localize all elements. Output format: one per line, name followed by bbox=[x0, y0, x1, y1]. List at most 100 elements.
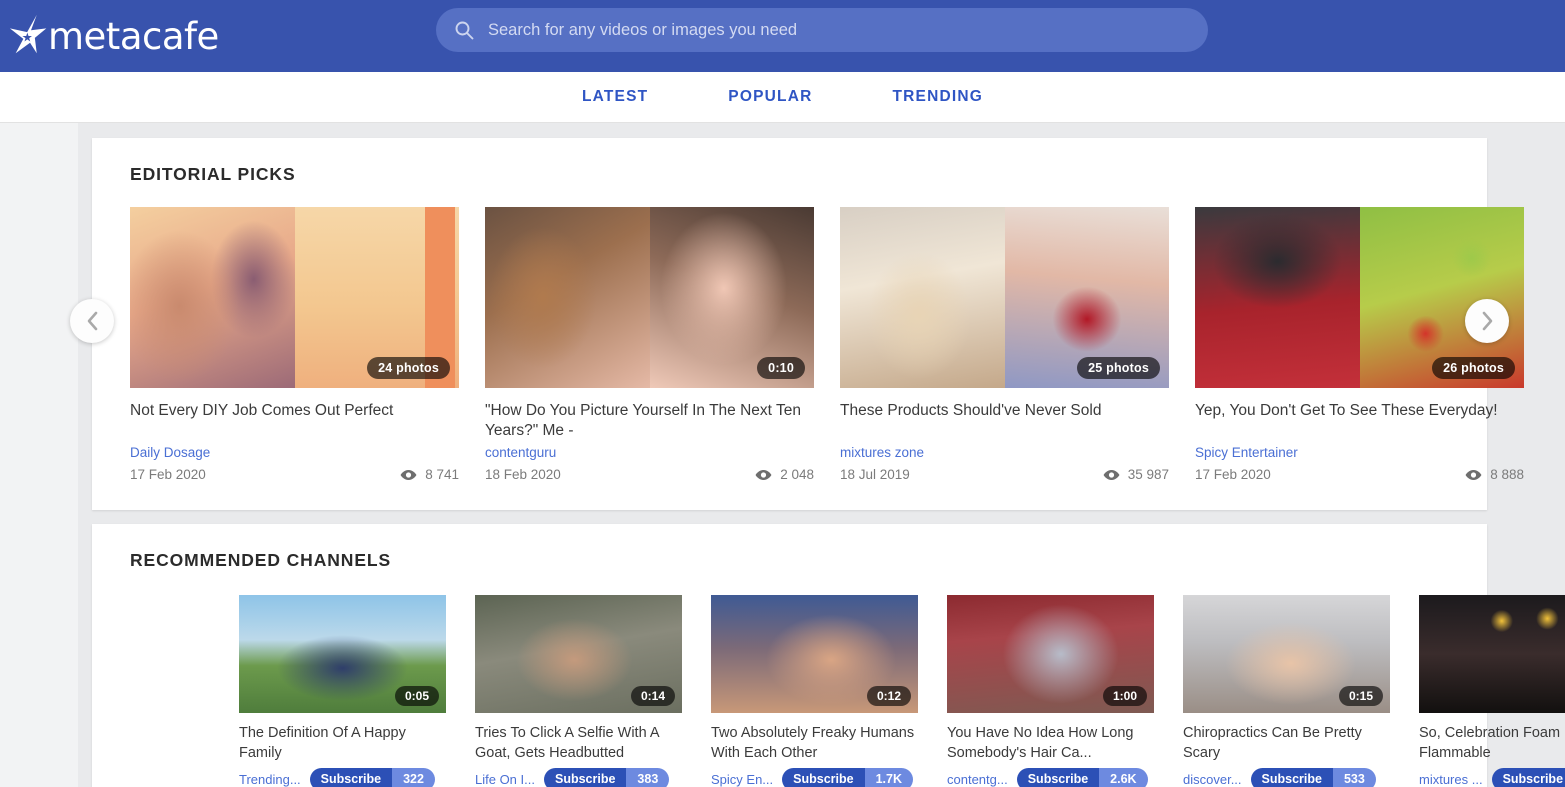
channel-card[interactable]: 0:29 So, Celebration Foam Is Flammable m… bbox=[1419, 595, 1565, 787]
channel-video-title[interactable]: Two Absolutely Freaky Humans With Each O… bbox=[711, 724, 918, 763]
editorial-view-count: 8 741 bbox=[425, 467, 459, 482]
search-bar[interactable] bbox=[436, 8, 1208, 52]
editorial-thumbnail[interactable]: 0:10 bbox=[485, 207, 814, 388]
search-input[interactable] bbox=[488, 20, 1190, 40]
duration-badge: 0:15 bbox=[1338, 686, 1383, 706]
editorial-view-count: 8 888 bbox=[1490, 467, 1524, 482]
channel-thumbnail[interactable]: 0:05 bbox=[239, 595, 446, 713]
site-header: metacafe bbox=[0, 0, 1565, 72]
channel-video-title[interactable]: Chiropractics Can Be Pretty Scary bbox=[1183, 724, 1390, 763]
site-logo[interactable]: metacafe bbox=[8, 12, 219, 60]
subscribe-button[interactable]: Subscribe 493 bbox=[1491, 768, 1565, 787]
subscriber-count: 2.6K bbox=[1099, 768, 1148, 787]
subscribe-label: Subscribe bbox=[1016, 768, 1100, 787]
subscribe-button[interactable]: Subscribe 2.6K bbox=[1016, 768, 1148, 787]
brand-name: metacafe bbox=[48, 14, 219, 58]
subscribe-label: Subscribe bbox=[543, 768, 627, 787]
editorial-date: 18 Jul 2019 bbox=[840, 467, 910, 482]
channel-row: Trending... Subscribe 322 bbox=[239, 768, 446, 787]
subscribe-label: Subscribe bbox=[1491, 768, 1565, 787]
editorial-view-count: 35 987 bbox=[1127, 467, 1169, 482]
duration-badge: 0:12 bbox=[866, 686, 911, 706]
channel-name-link[interactable]: Trending... bbox=[239, 772, 301, 787]
channel-row: discover... Subscribe 533 bbox=[1183, 768, 1390, 787]
tab-latest[interactable]: LATEST bbox=[564, 82, 666, 112]
channel-row: Spicy En... Subscribe 1.7K bbox=[711, 768, 918, 787]
carousel-prev-button[interactable] bbox=[70, 299, 114, 343]
editorial-card[interactable]: 25 photos These Products Should've Never… bbox=[840, 207, 1169, 482]
channel-name-link[interactable]: Spicy En... bbox=[711, 772, 773, 787]
channel-thumbnail[interactable]: 1:00 bbox=[947, 595, 1154, 713]
eye-icon bbox=[1465, 469, 1482, 480]
chevron-right-icon bbox=[1482, 311, 1492, 331]
editorial-views: 8 888 bbox=[1465, 467, 1524, 482]
search-icon bbox=[455, 21, 474, 40]
editorial-channel-link[interactable]: mixtures zone bbox=[840, 445, 1169, 460]
editorial-view-count: 2 048 bbox=[780, 467, 814, 482]
channel-card[interactable]: 0:05 The Definition Of A Happy Family Tr… bbox=[239, 595, 446, 787]
channel-video-title[interactable]: You Have No Idea How Long Somebody's Hai… bbox=[947, 724, 1154, 763]
editorial-card[interactable]: 0:10 "How Do You Picture Yourself In The… bbox=[485, 207, 814, 482]
editorial-picks-grid: 24 photos Not Every DIY Job Comes Out Pe… bbox=[130, 207, 1524, 482]
eye-icon bbox=[755, 469, 772, 480]
photo-count-badge: 24 photos bbox=[367, 357, 450, 379]
subscribe-button[interactable]: Subscribe 533 bbox=[1250, 768, 1376, 787]
subscribe-label: Subscribe bbox=[1250, 768, 1333, 787]
editorial-channel-link[interactable]: contentguru bbox=[485, 445, 814, 460]
channel-thumbnail[interactable]: 0:15 bbox=[1183, 595, 1390, 713]
editorial-views: 8 741 bbox=[400, 467, 459, 482]
editorial-channel-link[interactable]: Daily Dosage bbox=[130, 445, 459, 460]
channel-video-title[interactable]: Tries To Click A Selfie With A Goat, Get… bbox=[475, 724, 682, 763]
subscriber-count: 533 bbox=[1332, 768, 1376, 787]
channel-card[interactable]: 0:12 Two Absolutely Freaky Humans With E… bbox=[711, 595, 918, 787]
channel-card[interactable]: 1:00 You Have No Idea How Long Somebody'… bbox=[947, 595, 1154, 787]
channel-name-link[interactable]: Life On I... bbox=[475, 772, 535, 787]
thumbnail-image bbox=[130, 207, 295, 388]
editorial-date: 18 Feb 2020 bbox=[485, 467, 561, 482]
subscribe-button[interactable]: Subscribe 383 bbox=[543, 768, 670, 787]
editorial-thumbnail[interactable]: 24 photos bbox=[130, 207, 459, 388]
subscriber-count: 1.7K bbox=[864, 768, 913, 787]
editorial-meta: 17 Feb 2020 8 888 bbox=[1195, 467, 1524, 482]
channel-card[interactable]: 0:14 Tries To Click A Selfie With A Goat… bbox=[475, 595, 682, 787]
editorial-views: 35 987 bbox=[1103, 467, 1169, 482]
editorial-meta: 17 Feb 2020 8 741 bbox=[130, 467, 459, 482]
thumbnail-image bbox=[1195, 207, 1360, 388]
recommended-channels-title: RECOMMENDED CHANNELS bbox=[130, 550, 392, 570]
editorial-picks-section: EDITORIAL PICKS 24 photos Not Every DIY … bbox=[70, 138, 1524, 510]
editorial-thumbnail[interactable]: 25 photos bbox=[840, 207, 1169, 388]
editorial-meta: 18 Jul 2019 35 987 bbox=[840, 467, 1169, 482]
subscribe-button[interactable]: Subscribe 1.7K bbox=[782, 768, 913, 787]
subscribe-label: Subscribe bbox=[782, 768, 865, 787]
editorial-title[interactable]: "How Do You Picture Yourself In The Next… bbox=[485, 401, 814, 441]
carousel-next-button[interactable] bbox=[1465, 299, 1509, 343]
tab-popular[interactable]: POPULAR bbox=[710, 82, 830, 112]
editorial-date: 17 Feb 2020 bbox=[130, 467, 206, 482]
editorial-title[interactable]: Not Every DIY Job Comes Out Perfect bbox=[130, 401, 459, 441]
editorial-card[interactable]: 24 photos Not Every DIY Job Comes Out Pe… bbox=[130, 207, 459, 482]
channel-name-link[interactable]: contentg... bbox=[947, 772, 1008, 787]
channel-name-link[interactable]: discover... bbox=[1183, 772, 1242, 787]
editorial-channel-link[interactable]: Spicy Entertainer bbox=[1195, 445, 1524, 460]
editorial-thumbnail[interactable]: 26 photos bbox=[1195, 207, 1524, 388]
subscribe-button[interactable]: Subscribe 322 bbox=[309, 768, 435, 787]
page-body: EDITORIAL PICKS 24 photos Not Every DIY … bbox=[0, 123, 1565, 787]
channel-name-link[interactable]: mixtures ... bbox=[1419, 772, 1483, 787]
editorial-card[interactable]: 26 photos Yep, You Don't Get To See Thes… bbox=[1195, 207, 1524, 482]
editorial-title[interactable]: Yep, You Don't Get To See These Everyday… bbox=[1195, 401, 1524, 441]
tab-trending[interactable]: TRENDING bbox=[874, 82, 1001, 112]
channel-card[interactable]: 0:15 Chiropractics Can Be Pretty Scary d… bbox=[1183, 595, 1390, 787]
channel-thumbnail[interactable]: 0:14 bbox=[475, 595, 682, 713]
channel-video-title[interactable]: So, Celebration Foam Is Flammable bbox=[1419, 724, 1565, 763]
editorial-views: 2 048 bbox=[755, 467, 814, 482]
duration-badge: 0:14 bbox=[630, 686, 675, 706]
subscriber-count: 322 bbox=[392, 768, 435, 787]
chevron-left-icon bbox=[87, 311, 97, 331]
channel-thumbnail[interactable]: 0:12 bbox=[711, 595, 918, 713]
duration-badge: 0:05 bbox=[394, 686, 439, 706]
main-nav: LATEST POPULAR TRENDING bbox=[0, 72, 1565, 123]
channel-thumbnail[interactable]: 0:29 bbox=[1419, 595, 1565, 713]
editorial-date: 17 Feb 2020 bbox=[1195, 467, 1271, 482]
editorial-title[interactable]: These Products Should've Never Sold bbox=[840, 401, 1169, 441]
channel-video-title[interactable]: The Definition Of A Happy Family bbox=[239, 724, 446, 763]
